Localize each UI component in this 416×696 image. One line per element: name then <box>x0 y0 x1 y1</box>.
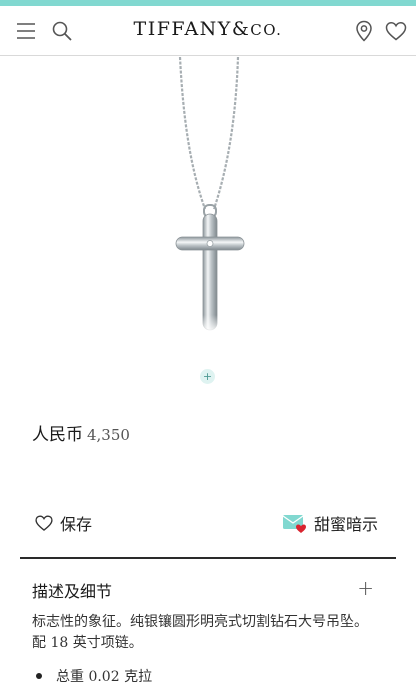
currency-label: 人民币 <box>32 425 83 445</box>
bullet-dot <box>36 673 42 679</box>
store-location-icon[interactable] <box>352 19 376 43</box>
expand-plus-icon[interactable]: + <box>357 576 374 600</box>
price: 人民币 4,350 <box>32 420 130 445</box>
heart-icon <box>35 515 53 531</box>
gallery-zoom-indicator[interactable]: + <box>200 369 215 384</box>
price-amount: 4,350 <box>87 426 130 444</box>
description-line-1: 标志性的象征。纯银镶圆形明亮式切割钻石大号吊坠。 <box>32 614 368 630</box>
details-title: 描述及细节 <box>32 582 113 601</box>
details-accordion-toggle[interactable]: 描述及细节 + <box>32 576 382 604</box>
description-line-2: 配 18 英寸项链。 <box>32 635 143 651</box>
carat-weight-text: 总重 0.02 克拉 <box>56 669 153 685</box>
list-item: 总重 0.02 克拉 <box>32 666 152 686</box>
drop-a-hint-label: 甜蜜暗示 <box>314 515 379 534</box>
wishlist-heart-icon[interactable] <box>384 19 408 43</box>
site-header: TIFFANY&CO. <box>0 6 416 56</box>
product-image <box>175 57 245 333</box>
drop-a-hint-button[interactable]: 甜蜜暗示 <box>282 510 378 536</box>
section-divider <box>20 557 396 559</box>
product-description: 标志性的象征。纯银镶圆形明亮式切割钻石大号吊坠。 配 18 英寸项链。 <box>32 612 392 654</box>
save-button[interactable]: 保存 <box>34 510 92 536</box>
save-label: 保存 <box>60 515 93 534</box>
envelope-heart-icon <box>282 515 306 533</box>
